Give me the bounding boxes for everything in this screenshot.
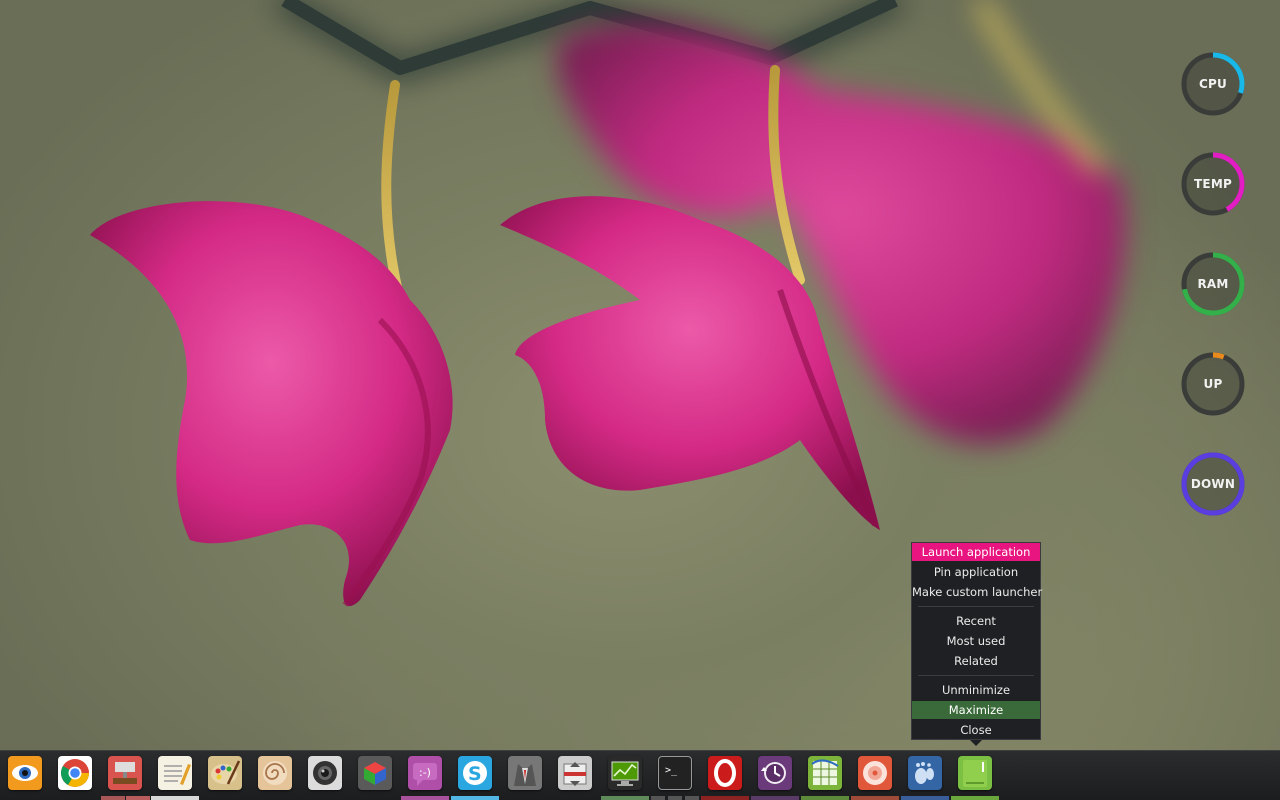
menu-pointer-arrow <box>970 740 982 746</box>
svg-text:>_: >_ <box>665 765 678 776</box>
ram-gauge-label: RAM <box>1197 277 1229 291</box>
running-indicator <box>685 796 699 800</box>
menu-separator <box>918 606 1034 607</box>
menu-item-launch-application[interactable]: Launch application <box>912 543 1040 561</box>
download-gauge: DOWN <box>1180 451 1246 517</box>
running-indicator <box>951 796 999 800</box>
menu-item-unminimize[interactable]: Unminimize <box>912 681 1040 699</box>
gnome-foot-icon[interactable] <box>908 756 942 790</box>
running-indicator <box>651 796 665 800</box>
temp-gauge-label: TEMP <box>1194 177 1232 191</box>
svg-text::-): :-) <box>419 766 431 779</box>
upload-gauge: UP <box>1180 351 1246 417</box>
running-indicator <box>126 796 150 800</box>
menu-item-close[interactable]: Close <box>912 721 1040 739</box>
running-indicator <box>101 796 125 800</box>
dock-context-menu: Launch application Pin application Make … <box>911 542 1042 740</box>
menu-item-related[interactable]: Related <box>912 652 1040 670</box>
opera-icon[interactable] <box>708 756 742 790</box>
svg-text:S: S <box>468 763 482 785</box>
package-icon[interactable] <box>358 756 392 790</box>
ram-gauge: RAM <box>1180 251 1246 317</box>
temp-gauge: TEMP <box>1180 151 1246 217</box>
time-backup-icon[interactable] <box>758 756 792 790</box>
running-indicator <box>751 796 799 800</box>
menu-item-recent[interactable]: Recent <box>912 612 1040 630</box>
orchid-wallpaper-art <box>90 0 1126 607</box>
menu-separator <box>918 675 1034 676</box>
cpu-gauge-label: CPU <box>1199 77 1227 91</box>
menu-item-most-used[interactable]: Most used <box>912 632 1040 650</box>
download-gauge-label: DOWN <box>1190 477 1236 491</box>
running-indicator <box>668 796 682 800</box>
running-indicator <box>401 796 449 800</box>
menu-item-make-custom-launcher[interactable]: Make custom launcher <box>912 583 1042 601</box>
system-monitor-icon[interactable] <box>608 756 642 790</box>
disc-burner-icon[interactable] <box>858 756 892 790</box>
chrome-icon[interactable] <box>58 756 92 790</box>
running-indicator <box>451 796 499 800</box>
desktop-wallpaper <box>0 0 1280 750</box>
suit-icon[interactable] <box>508 756 542 790</box>
network-manager-icon[interactable] <box>108 756 142 790</box>
archive-icon[interactable] <box>558 756 592 790</box>
menu-item-pin-application[interactable]: Pin application <box>912 563 1040 581</box>
chat-icon[interactable]: :-) <box>408 756 442 790</box>
skype-icon[interactable]: S <box>458 756 492 790</box>
running-indicator <box>801 796 849 800</box>
running-indicator <box>851 796 899 800</box>
notes-app-icon[interactable] <box>958 756 992 790</box>
running-indicator <box>151 796 199 800</box>
paint-icon[interactable] <box>208 756 242 790</box>
cpu-gauge: CPU <box>1180 51 1246 117</box>
eye-icon[interactable] <box>8 756 42 790</box>
text-editor-icon[interactable] <box>158 756 192 790</box>
terminal-icon[interactable]: >_ <box>658 756 692 790</box>
menu-item-maximize[interactable]: Maximize <box>912 701 1040 719</box>
camera-icon[interactable] <box>308 756 342 790</box>
running-indicator <box>601 796 649 800</box>
shell-icon[interactable] <box>258 756 292 790</box>
running-indicator <box>701 796 749 800</box>
upload-gauge-label: UP <box>1203 377 1223 391</box>
spreadsheet-icon[interactable] <box>808 756 842 790</box>
running-indicator <box>901 796 949 800</box>
